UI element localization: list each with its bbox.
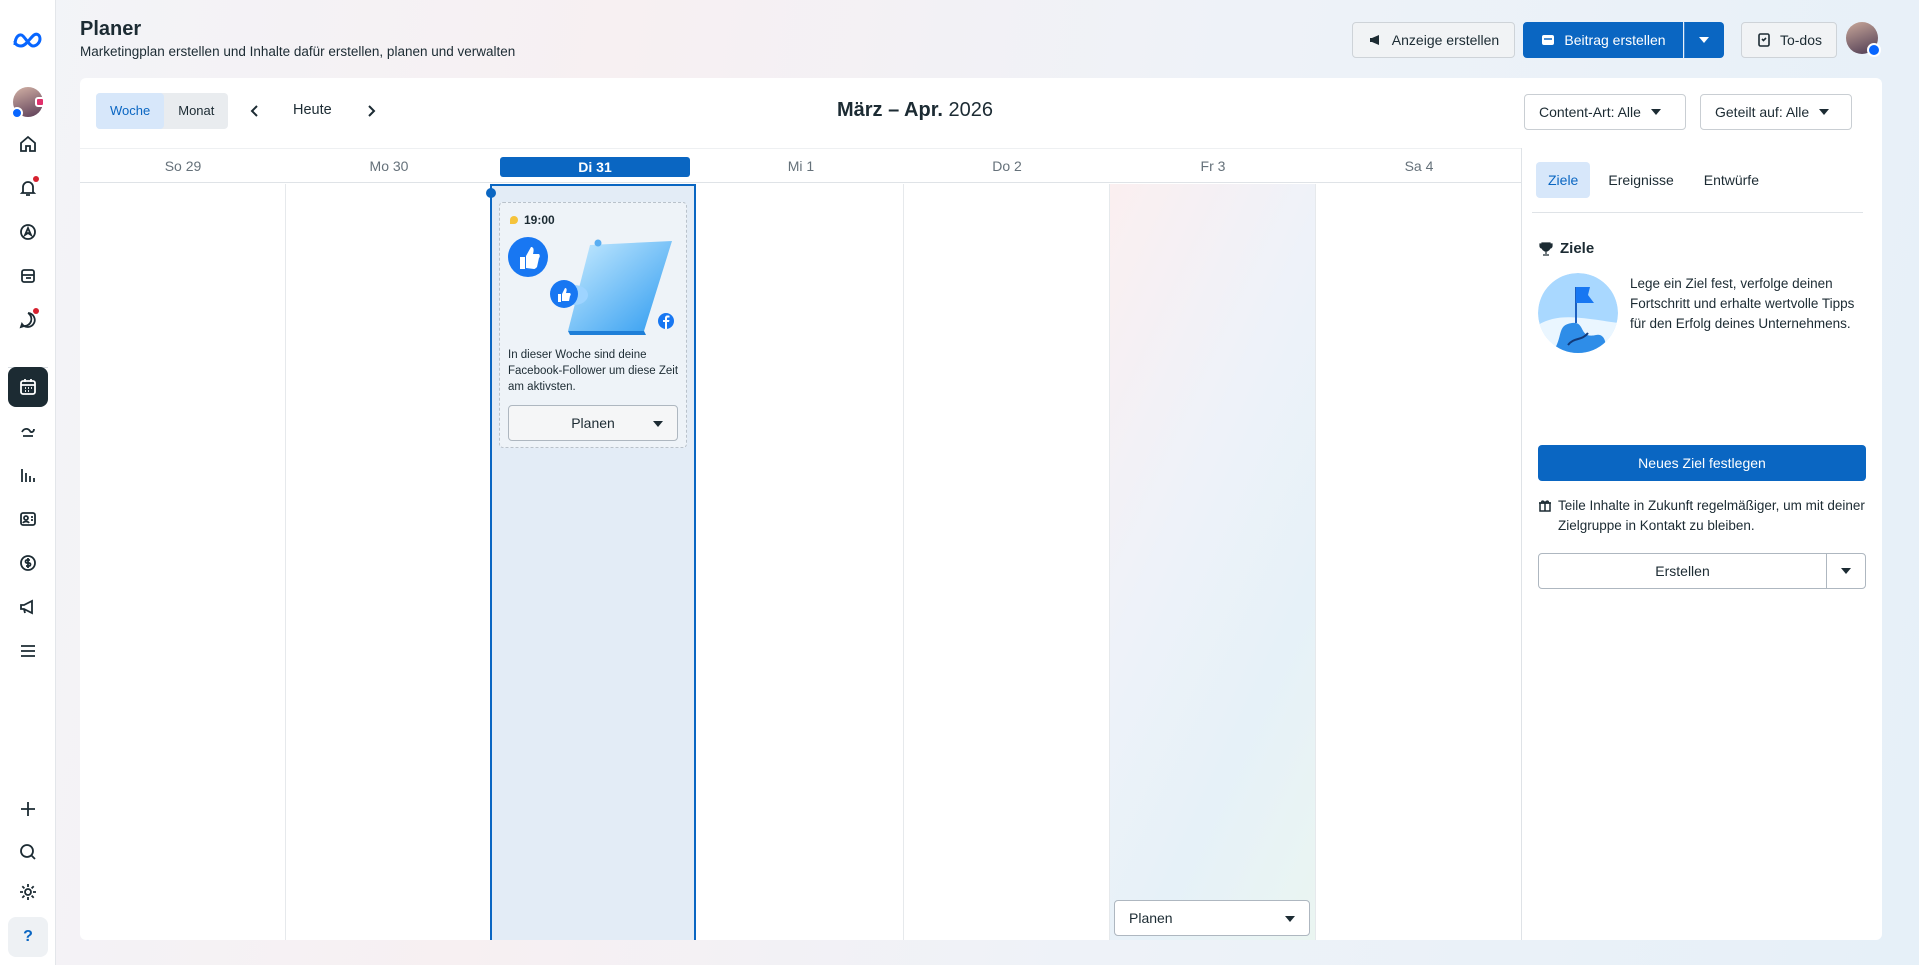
view-toggle: Woche Monat xyxy=(96,93,229,129)
chevron-down-icon xyxy=(1650,109,1661,115)
create-post-button[interactable]: Beitrag erstellen xyxy=(1523,22,1683,58)
chevron-down-icon xyxy=(1699,37,1709,43)
notification-dot xyxy=(33,308,39,314)
menu-icon[interactable] xyxy=(8,631,48,671)
day-column[interactable] xyxy=(904,184,1110,940)
tab-drafts[interactable]: Entwürfe xyxy=(1692,162,1771,198)
day-column[interactable] xyxy=(286,184,492,940)
meta-logo-icon[interactable] xyxy=(8,20,48,60)
day-header: Do 2 xyxy=(992,158,1022,174)
day-column[interactable] xyxy=(1316,184,1522,940)
compass-icon[interactable] xyxy=(8,212,48,252)
page-title: Planer xyxy=(80,18,142,40)
create-ad-button[interactable]: Anzeige erstellen xyxy=(1352,22,1515,58)
goal-illustration xyxy=(1538,273,1618,353)
suggestion-text: In dieser Woche sind deine Facebook-Foll… xyxy=(508,349,679,393)
facebook-badge-icon xyxy=(11,107,23,119)
current-time-marker xyxy=(486,188,496,198)
day-column[interactable] xyxy=(1110,184,1316,940)
goals-side-panel: Ziele Ereignisse Entwürfe Ziele Lege ein… xyxy=(1521,148,1882,940)
goal-description: Lege ein Ziel fest, verfolge deinen Fort… xyxy=(1630,276,1855,331)
insights-icon[interactable] xyxy=(8,410,48,450)
planner-card: Woche Monat Heute März – Apr. 2026 Conte… xyxy=(80,78,1882,940)
plan-button[interactable]: Planen xyxy=(508,405,678,441)
day-column[interactable] xyxy=(698,184,904,940)
day-header: So 29 xyxy=(164,158,202,174)
tab-goals[interactable]: Ziele xyxy=(1536,162,1591,198)
panel-divider xyxy=(1532,212,1863,213)
today-button[interactable]: Heute xyxy=(293,102,332,118)
instagram-badge-icon xyxy=(35,97,45,107)
megaphone-icon xyxy=(1369,35,1379,45)
ads-icon[interactable] xyxy=(8,587,48,627)
facebook-badge-icon xyxy=(1867,43,1881,57)
planner-icon[interactable] xyxy=(8,367,48,407)
contacts-icon[interactable] xyxy=(8,499,48,539)
todos-button[interactable]: To-dos xyxy=(1741,22,1837,58)
trophy-icon xyxy=(1539,241,1553,256)
goals-heading: Ziele xyxy=(1538,240,1594,257)
analytics-icon[interactable] xyxy=(8,455,48,495)
day-header: Sa 4 xyxy=(1404,158,1434,174)
view-month-button[interactable]: Monat xyxy=(164,93,228,129)
home-icon[interactable] xyxy=(8,124,48,164)
consistency-tip: Teile Inhalte in Zukunft regelmäßiger, u… xyxy=(1538,496,1866,536)
plan-button[interactable]: Planen xyxy=(1114,900,1310,936)
chevron-right-icon xyxy=(368,105,376,117)
day-header: Fr 3 xyxy=(1200,158,1226,174)
chevron-down-icon xyxy=(1841,568,1851,574)
shared-on-dropdown[interactable]: Geteilt auf: Alle xyxy=(1700,94,1852,130)
create-button[interactable]: Erstellen xyxy=(1539,554,1827,588)
content-type-dropdown[interactable]: Content-Art: Alle xyxy=(1524,94,1686,130)
left-nav-rail: ? xyxy=(0,0,56,965)
help-icon[interactable]: ? xyxy=(8,917,48,957)
chevron-down-icon xyxy=(1285,916,1295,922)
suggested-time: 19:00 xyxy=(510,213,555,227)
tab-events[interactable]: Ereignisse xyxy=(1596,162,1685,198)
sparkle-icon xyxy=(510,216,518,224)
day-header-today: Di 31 xyxy=(492,149,698,184)
settings-icon[interactable] xyxy=(8,872,48,912)
create-menu-button[interactable] xyxy=(1827,554,1865,588)
chevron-left-icon xyxy=(250,105,258,117)
best-time-suggestion-card: 19:00 In dieser Woche sind deine Faceboo… xyxy=(499,202,687,448)
notifications-icon[interactable] xyxy=(8,168,48,208)
day-header: Mo 30 xyxy=(369,158,409,174)
facebook-engagement-illustration xyxy=(508,237,674,335)
chevron-down-icon xyxy=(1819,109,1830,115)
clipboard-icon xyxy=(1758,33,1770,47)
create-split-button: Erstellen xyxy=(1538,553,1866,589)
view-week-button[interactable]: Woche xyxy=(96,93,165,129)
search-icon[interactable] xyxy=(8,832,48,872)
next-week-button[interactable] xyxy=(360,100,382,122)
page-subtitle: Marketingplan erstellen und Inhalte dafü… xyxy=(80,44,516,59)
day-header: Mi 1 xyxy=(787,158,815,174)
previous-week-button[interactable] xyxy=(244,100,266,122)
date-range-label: März – Apr. 2026 xyxy=(836,99,994,121)
add-icon[interactable] xyxy=(8,789,48,829)
post-icon xyxy=(1542,35,1555,45)
profile-avatar[interactable] xyxy=(1846,22,1881,57)
inbox-icon[interactable] xyxy=(8,300,48,340)
account-avatar[interactable] xyxy=(8,82,48,122)
create-post-menu-button[interactable] xyxy=(1684,22,1724,58)
set-new-goal-button[interactable]: Neues Ziel festlegen xyxy=(1538,445,1866,481)
chevron-down-icon xyxy=(653,421,663,427)
monetization-icon[interactable] xyxy=(8,543,48,583)
panel-tabs: Ziele Ereignisse Entwürfe xyxy=(1536,162,1771,198)
avatar xyxy=(11,87,45,119)
content-icon[interactable] xyxy=(8,256,48,296)
day-column[interactable] xyxy=(80,184,286,940)
gift-icon xyxy=(1539,500,1551,512)
notification-dot xyxy=(33,176,39,182)
day-header-row: So 29 Mo 30 Di 31 Mi 1 Do 2 Fr 3 Sa 4 xyxy=(80,148,1521,183)
